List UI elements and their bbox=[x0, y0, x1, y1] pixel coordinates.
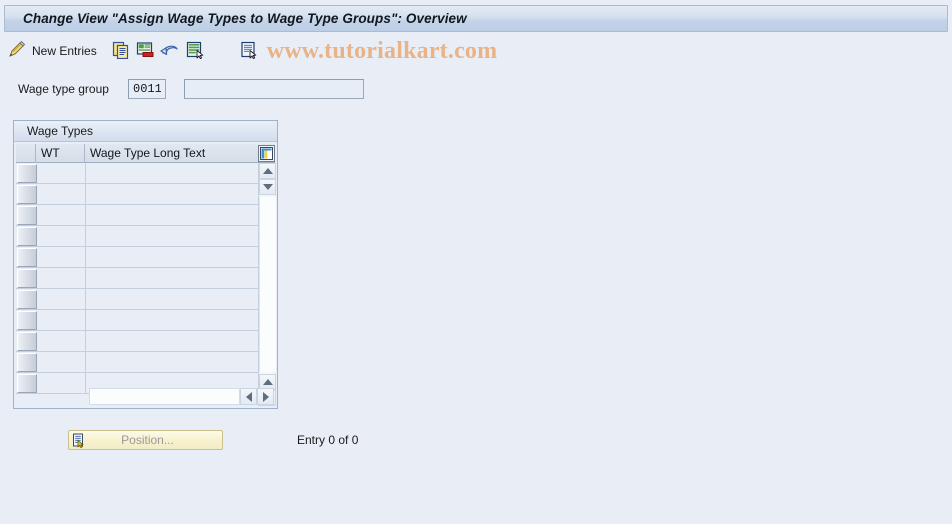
watermark-text: www.tutorialkart.com bbox=[266, 37, 498, 64]
row-selector[interactable] bbox=[17, 311, 37, 330]
new-entries-label[interactable]: New Entries bbox=[30, 44, 103, 58]
vertical-scroll-trough[interactable] bbox=[259, 197, 276, 372]
table-row[interactable] bbox=[16, 247, 275, 268]
table-rows bbox=[16, 163, 275, 406]
cell-long-text[interactable] bbox=[86, 268, 263, 288]
delete-button[interactable] bbox=[133, 39, 157, 63]
cell-wt[interactable] bbox=[37, 268, 86, 288]
position-button-label: Position... bbox=[121, 433, 174, 447]
wage-type-group-label: Wage type group bbox=[18, 82, 109, 96]
cell-long-text[interactable] bbox=[86, 205, 263, 225]
cell-long-text[interactable] bbox=[86, 352, 263, 372]
cell-long-text[interactable] bbox=[86, 289, 263, 309]
cell-wt[interactable] bbox=[37, 289, 86, 309]
cell-long-text[interactable] bbox=[86, 331, 263, 351]
toolbar: New Entries www.tutorialkart.com bbox=[4, 36, 948, 66]
cell-long-text[interactable] bbox=[86, 163, 263, 183]
undo-button[interactable] bbox=[157, 39, 183, 63]
row-selector[interactable] bbox=[17, 290, 37, 309]
wage-type-group-row: Wage type group bbox=[18, 79, 364, 99]
table-row[interactable] bbox=[16, 331, 275, 352]
cell-long-text[interactable] bbox=[86, 184, 263, 204]
cell-wt[interactable] bbox=[37, 226, 86, 246]
copy-as-button[interactable] bbox=[109, 39, 133, 63]
table-row[interactable] bbox=[16, 163, 275, 184]
position-icon bbox=[69, 433, 87, 448]
delete-icon bbox=[136, 41, 154, 62]
cell-wt[interactable] bbox=[37, 331, 86, 351]
entry-count-label: Entry 0 of 0 bbox=[297, 433, 359, 447]
table-column-header-row: WT Wage Type Long Text bbox=[16, 144, 275, 163]
row-selector[interactable] bbox=[17, 227, 37, 246]
row-selector[interactable] bbox=[17, 353, 37, 372]
scroll-down-icon[interactable] bbox=[259, 179, 276, 195]
row-selector[interactable] bbox=[17, 374, 37, 393]
row-selector[interactable] bbox=[17, 164, 37, 183]
cell-wt[interactable] bbox=[37, 310, 86, 330]
select-details-button[interactable] bbox=[183, 39, 207, 63]
row-selector[interactable] bbox=[17, 269, 37, 288]
scroll-left-icon[interactable] bbox=[240, 388, 257, 405]
cell-long-text[interactable] bbox=[86, 226, 263, 246]
wage-types-group-header: Wage Types bbox=[14, 121, 277, 142]
position-button[interactable]: Position... bbox=[68, 430, 223, 450]
cell-wt[interactable] bbox=[37, 184, 86, 204]
wage-types-group-title: Wage Types bbox=[27, 124, 94, 138]
table-row[interactable] bbox=[16, 268, 275, 289]
details-button[interactable] bbox=[237, 39, 261, 63]
cell-wt[interactable] bbox=[37, 247, 86, 267]
pencil-display-change-icon bbox=[7, 40, 27, 62]
cell-wt[interactable] bbox=[37, 373, 86, 393]
cell-wt[interactable] bbox=[37, 205, 86, 225]
table-row[interactable] bbox=[16, 205, 275, 226]
scroll-right-icon[interactable] bbox=[257, 388, 274, 405]
window-title-bar: Change View "Assign Wage Types to Wage T… bbox=[4, 5, 948, 32]
wage-types-grid: WT Wage Type Long Text bbox=[14, 142, 277, 408]
vertical-scroll-top-buttons bbox=[259, 163, 276, 195]
table-row[interactable] bbox=[16, 310, 275, 331]
row-selector[interactable] bbox=[17, 185, 37, 204]
column-header-wt[interactable]: WT bbox=[36, 144, 85, 163]
table-row[interactable] bbox=[16, 184, 275, 205]
cell-long-text[interactable] bbox=[86, 247, 263, 267]
undo-icon bbox=[160, 41, 180, 62]
wage-types-table-panel: Wage Types WT Wage Type Long Text bbox=[13, 120, 278, 409]
table-vertical-scrollbar[interactable] bbox=[258, 163, 276, 406]
row-selector[interactable] bbox=[17, 332, 37, 351]
scroll-up-icon[interactable] bbox=[259, 163, 276, 179]
cell-long-text[interactable] bbox=[86, 310, 263, 330]
wage-type-group-description-input[interactable] bbox=[184, 79, 364, 99]
horizontal-scroll-trough[interactable] bbox=[89, 388, 240, 405]
row-selector[interactable] bbox=[17, 248, 37, 267]
column-configuration-icon[interactable] bbox=[258, 145, 275, 162]
cell-wt[interactable] bbox=[37, 163, 86, 183]
row-selector[interactable] bbox=[17, 206, 37, 225]
page-title: Change View "Assign Wage Types to Wage T… bbox=[23, 11, 467, 26]
display-change-button[interactable] bbox=[4, 39, 30, 63]
cell-wt[interactable] bbox=[37, 352, 86, 372]
wage-type-group-key-input[interactable] bbox=[128, 79, 166, 99]
copy-as-icon bbox=[112, 41, 130, 62]
column-header-long-text[interactable]: Wage Type Long Text bbox=[85, 144, 262, 163]
table-row[interactable] bbox=[16, 289, 275, 310]
column-header-select[interactable] bbox=[16, 144, 36, 163]
select-details-icon bbox=[186, 41, 204, 62]
table-row[interactable] bbox=[16, 352, 275, 373]
table-row[interactable] bbox=[16, 226, 275, 247]
details-document-icon bbox=[240, 41, 258, 62]
table-horizontal-scrollbar[interactable] bbox=[89, 388, 274, 405]
